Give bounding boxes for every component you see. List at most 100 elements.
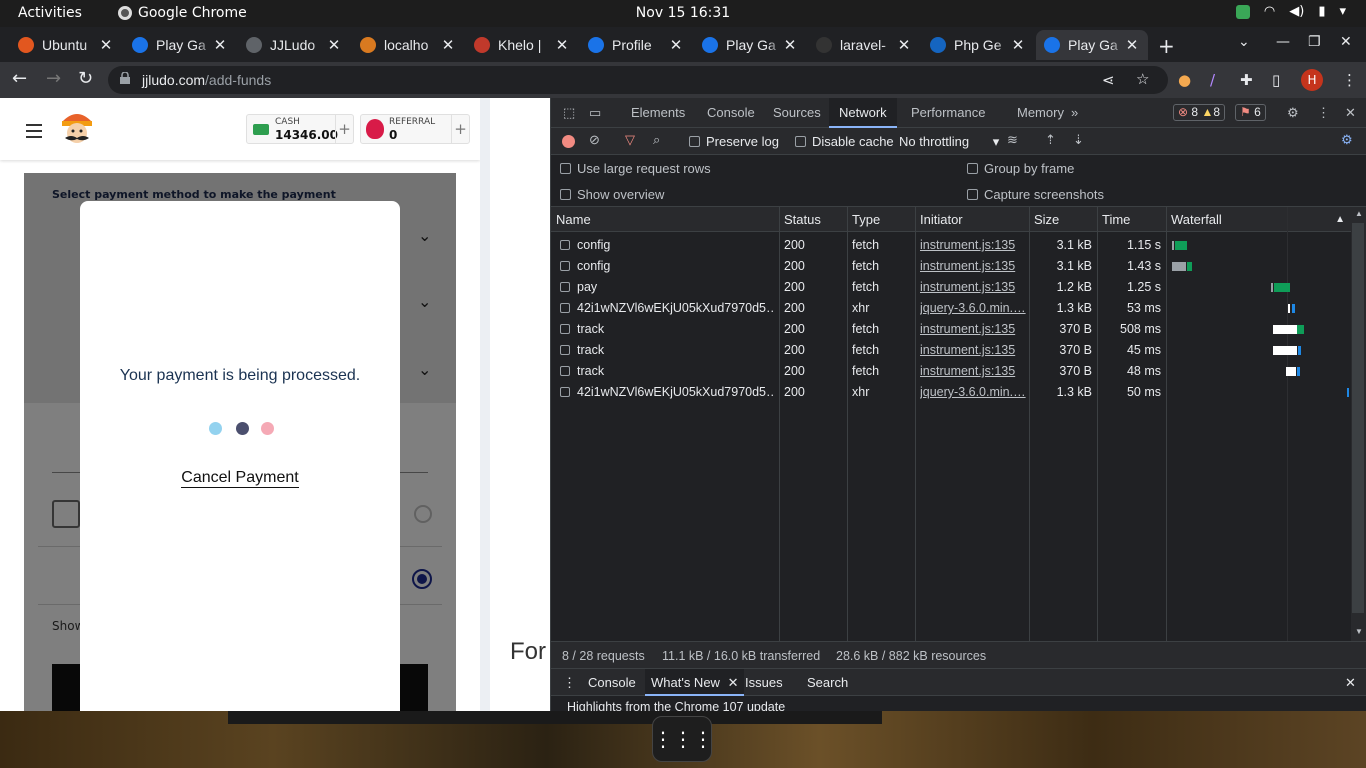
search-icon[interactable]: ⌕ bbox=[653, 132, 660, 148]
table-scrollbar[interactable]: ▲ ▼ bbox=[1351, 207, 1366, 641]
show-overview-checkbox[interactable]: Show overview bbox=[560, 187, 664, 202]
cell-initiator[interactable]: instrument.js:135 bbox=[920, 364, 1026, 378]
feather-extension-icon[interactable]: / bbox=[1210, 71, 1215, 89]
disable-cache-checkbox[interactable]: Disable cache bbox=[795, 134, 894, 149]
clear-icon[interactable]: ⊘ bbox=[589, 132, 600, 148]
maximize-button[interactable]: ❐ bbox=[1308, 34, 1321, 50]
browser-tab[interactable]: Khelo | ✕ bbox=[466, 30, 578, 60]
minimize-button[interactable]: — bbox=[1276, 34, 1290, 50]
add-referral-button[interactable]: + bbox=[451, 115, 469, 143]
tab-sources[interactable]: Sources bbox=[773, 105, 821, 120]
import-har-icon[interactable]: ⇡ bbox=[1045, 132, 1056, 148]
close-tab-icon[interactable]: ✕ bbox=[782, 36, 798, 54]
clock[interactable]: Nov 15 16:31 bbox=[0, 5, 1366, 21]
close-tab-icon[interactable]: ✕ bbox=[440, 36, 456, 54]
extension-icon[interactable]: ● bbox=[1178, 71, 1191, 89]
browser-tab[interactable]: Play Ga ✕ bbox=[694, 30, 806, 60]
tab-elements[interactable]: Elements bbox=[631, 105, 685, 120]
referral-wallet[interactable]: REFERRAL 0 + bbox=[360, 114, 470, 144]
table-row[interactable]: 42i1wNZVl6wEKjU05kXud7970d5… 200 xhr jquery… bbox=[551, 298, 1351, 319]
address-bar[interactable]: jjludo.com/add-funds ⋖ ☆ bbox=[108, 66, 1168, 94]
inspect-icon[interactable]: ⬚ bbox=[563, 105, 575, 121]
close-tab-icon[interactable]: ✕ bbox=[554, 36, 570, 54]
cell-initiator[interactable]: jquery-3.6.0.min.… bbox=[920, 385, 1026, 399]
hamburger-menu-icon[interactable] bbox=[26, 124, 42, 142]
issues-badge[interactable]: ⚑ 6 bbox=[1235, 104, 1266, 121]
tab-performance[interactable]: Performance bbox=[911, 105, 985, 120]
bookmark-star-icon[interactable]: ☆ bbox=[1136, 70, 1149, 88]
col-waterfall[interactable]: Waterfall ▲ bbox=[1166, 207, 1351, 232]
cell-initiator[interactable]: jquery-3.6.0.min.… bbox=[920, 301, 1026, 315]
throttling-select[interactable]: No throttling ▾ bbox=[899, 134, 999, 150]
settings-gear-icon[interactable]: ⚙ bbox=[1287, 105, 1299, 121]
close-tab-icon[interactable]: ✕ bbox=[1010, 36, 1026, 54]
network-settings-icon[interactable]: ⚙ bbox=[1341, 132, 1353, 148]
side-panel-icon[interactable]: ▯ bbox=[1272, 71, 1280, 89]
error-warning-badge[interactable]: ⊗ 8 ▲8 bbox=[1173, 104, 1226, 121]
cell-initiator[interactable]: instrument.js:135 bbox=[920, 343, 1026, 357]
filter-icon[interactable]: ▽ bbox=[625, 132, 635, 148]
drawer-tab-issues[interactable]: Issues bbox=[745, 675, 783, 690]
tab-console[interactable]: Console bbox=[707, 105, 755, 120]
col-size[interactable]: Size bbox=[1029, 207, 1097, 232]
cell-initiator[interactable]: instrument.js:135 bbox=[920, 280, 1026, 294]
add-cash-button[interactable]: + bbox=[335, 115, 353, 143]
url-text[interactable]: jjludo.com/add-funds bbox=[142, 72, 271, 88]
tab-memory[interactable]: Memory bbox=[1017, 105, 1064, 120]
new-tab-button[interactable]: + bbox=[1158, 34, 1175, 58]
system-tray[interactable]: ◠ ◀) ▮ ▾ bbox=[1235, 4, 1346, 19]
cell-initiator[interactable]: instrument.js:135 bbox=[920, 238, 1026, 252]
tab-network[interactable]: Network bbox=[829, 98, 897, 128]
close-tab-icon[interactable]: ✕ bbox=[1124, 36, 1140, 54]
browser-tab[interactable]: Php Ge ✕ bbox=[922, 30, 1034, 60]
group-by-frame-checkbox[interactable]: Group by frame bbox=[967, 161, 1074, 176]
capture-screenshots-checkbox[interactable]: Capture screenshots bbox=[967, 187, 1104, 202]
close-tab-icon[interactable]: ✕ bbox=[212, 36, 228, 54]
profile-avatar[interactable]: H bbox=[1301, 69, 1323, 91]
browser-tab[interactable]: JJLudo ✕ bbox=[238, 30, 350, 60]
col-name[interactable]: Name bbox=[551, 207, 779, 232]
cash-wallet[interactable]: CASH 14346.00 + bbox=[246, 114, 354, 144]
close-tab-icon[interactable]: ✕ bbox=[98, 36, 114, 54]
site-logo[interactable] bbox=[56, 108, 98, 148]
table-row[interactable]: track 200 fetch instrument.js:135 370 B 508 m… bbox=[551, 319, 1351, 340]
tab-search-icon[interactable]: ⌄ bbox=[1238, 34, 1250, 50]
browser-tab[interactable]: Ubuntu ✕ bbox=[10, 30, 122, 60]
cell-initiator[interactable]: instrument.js:135 bbox=[920, 322, 1026, 336]
close-window-button[interactable]: ✕ bbox=[1340, 34, 1352, 50]
device-toolbar-icon[interactable]: ▭ bbox=[589, 105, 601, 121]
browser-tab[interactable]: Play Ga ✕ bbox=[1036, 30, 1148, 60]
close-devtools-icon[interactable]: ✕ bbox=[1345, 105, 1356, 121]
table-row[interactable]: config 200 fetch instrument.js:135 3.1 kB 1.1… bbox=[551, 235, 1351, 256]
show-apps-grid-icon[interactable]: ⋮⋮⋮ bbox=[652, 716, 713, 762]
table-row[interactable]: config 200 fetch instrument.js:135 3.1 kB 1.4… bbox=[551, 256, 1351, 277]
close-tab-icon[interactable]: ✕ bbox=[326, 36, 342, 54]
browser-tab[interactable]: laravel- ✕ bbox=[808, 30, 920, 60]
browser-tab[interactable]: Profile ✕ bbox=[580, 30, 692, 60]
back-icon[interactable]: ← bbox=[12, 68, 27, 89]
drawer-tab-console[interactable]: Console bbox=[588, 675, 636, 690]
table-row[interactable]: track 200 fetch instrument.js:135 370 B 48 ms bbox=[551, 361, 1351, 382]
reload-icon[interactable]: ↻ bbox=[78, 68, 93, 89]
menu-icon[interactable]: ⋮ bbox=[1342, 71, 1357, 89]
col-initiator[interactable]: Initiator bbox=[915, 207, 1029, 232]
preserve-log-checkbox[interactable]: Preserve log bbox=[689, 134, 779, 149]
col-time[interactable]: Time bbox=[1097, 207, 1166, 232]
browser-tab[interactable]: Play Ga ✕ bbox=[124, 30, 236, 60]
cancel-payment-link[interactable]: Cancel Payment bbox=[80, 469, 400, 488]
close-tab-icon[interactable]: ✕ bbox=[896, 36, 912, 54]
drawer-menu-icon[interactable]: ⋮ bbox=[563, 675, 576, 691]
browser-tab[interactable]: localho ✕ bbox=[352, 30, 464, 60]
drawer-tab-search[interactable]: Search bbox=[807, 675, 848, 690]
drawer-tab-whats-new[interactable]: What's New ✕ bbox=[645, 669, 745, 696]
close-tab-icon[interactable]: ✕ bbox=[668, 36, 684, 54]
col-status[interactable]: Status bbox=[779, 207, 847, 232]
more-tabs-icon[interactable]: » bbox=[1071, 105, 1078, 120]
cell-initiator[interactable]: instrument.js:135 bbox=[920, 259, 1026, 273]
devtools-menu-icon[interactable]: ⋮ bbox=[1317, 105, 1330, 121]
puzzle-icon[interactable]: ✚ bbox=[1240, 71, 1253, 89]
col-type[interactable]: Type bbox=[847, 207, 915, 232]
export-har-icon[interactable]: ⇣ bbox=[1073, 132, 1084, 148]
table-row[interactable]: 42i1wNZVl6wEKjU05kXud7970d5… 200 xhr jquery… bbox=[551, 382, 1351, 403]
large-rows-checkbox[interactable]: Use large request rows bbox=[560, 161, 711, 176]
